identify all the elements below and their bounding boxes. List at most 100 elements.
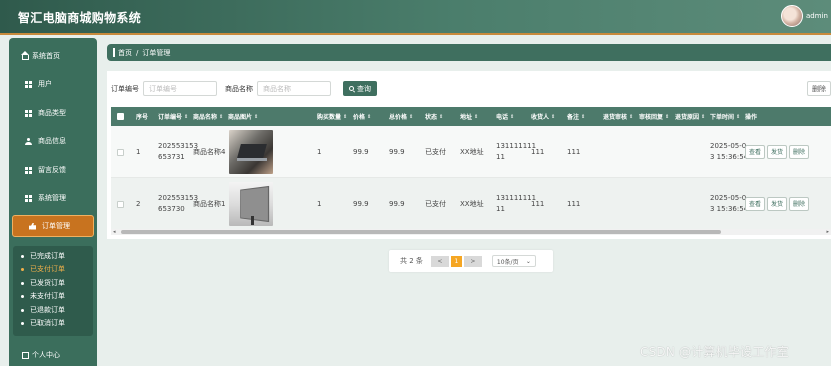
prev-page-button[interactable]: < [430, 255, 449, 267]
col-review-reply[interactable]: 审核回复 ⇕ [639, 107, 669, 126]
order-panel: 订单编号 商品名称 查询 删除 序号 订单编号⇕ 商品名称⇕ 商品图片⇕ 购买数… [107, 71, 831, 239]
sort-icon: ⇕ [254, 113, 259, 120]
product-image[interactable] [229, 182, 273, 226]
submenu-refunded[interactable]: 已退款订单 [13, 305, 93, 315]
sort-icon: ⇕ [343, 113, 348, 120]
view-button[interactable]: 查看 [745, 197, 766, 211]
submenu-label: 已完成订单 [30, 252, 65, 260]
submenu-shipped[interactable]: 已发货订单 [13, 278, 93, 288]
breadcrumb-home[interactable]: 首页 [118, 48, 132, 58]
cell-order-time: 2025-05-0 3 15:36:54 [710, 142, 749, 161]
sidebar-item-label: 订单管理 [42, 222, 70, 230]
cell-product-name: 商品名称4 [193, 147, 226, 156]
cell-address: XX地址 [460, 199, 484, 208]
col-total[interactable]: 总价格 ⇕ [389, 107, 413, 126]
sidebar-item-product-types[interactable]: 商品类型 [9, 102, 97, 124]
next-page-button[interactable]: > [463, 255, 482, 267]
col-product-image[interactable]: 商品图片 ⇕ [228, 107, 258, 126]
search-row: 订单编号 商品名称 查询 [111, 81, 377, 96]
search-button-label: 查询 [357, 85, 371, 93]
select-all-checkbox[interactable] [117, 113, 124, 120]
col-index: 序号 [136, 114, 149, 121]
scroll-right-icon[interactable]: ▸ [826, 229, 829, 235]
col-receiver[interactable]: 收货人 ⇕ [531, 107, 555, 126]
submenu-completed[interactable]: 已完成订单 [13, 251, 93, 261]
sidebar-item-label: 留言反馈 [38, 166, 66, 174]
scrollbar-thumb[interactable] [121, 230, 721, 234]
ship-button[interactable]: 发货 [767, 145, 788, 159]
sidebar-item-system[interactable]: 系统管理 [9, 187, 97, 209]
bullet-icon [21, 308, 24, 312]
delete-button[interactable]: 删除 [789, 197, 810, 211]
page-button-current[interactable]: 1 [450, 255, 462, 267]
sort-icon: ⇕ [581, 113, 586, 120]
col-actions: 操作 [745, 114, 758, 121]
grid-icon [25, 80, 32, 88]
sidebar-item-personal[interactable]: 个人中心 [9, 344, 97, 366]
cell-qty: 1 [317, 147, 322, 156]
profile-icon [22, 351, 29, 359]
scroll-left-icon[interactable]: ◂ [113, 229, 116, 235]
col-return-reason[interactable]: 退货原因 ⇕ [675, 107, 705, 126]
username[interactable]: admin [806, 12, 828, 20]
sidebar-item-label: 系统管理 [38, 194, 66, 202]
product-image[interactable] [229, 130, 273, 174]
header-accent-line [0, 33, 831, 35]
horizontal-scrollbar[interactable]: ◂ ▸ [111, 229, 831, 235]
view-button[interactable]: 查看 [745, 145, 766, 159]
person-icon [25, 137, 32, 145]
cell-remark: 111 [567, 199, 581, 208]
cell-status: 已支付 [425, 199, 446, 208]
search-icon [349, 86, 354, 91]
sidebar-item-label: 系统首页 [32, 52, 60, 60]
ship-button[interactable]: 发货 [767, 197, 788, 211]
row-checkbox[interactable] [117, 148, 124, 156]
cell-qty: 1 [317, 199, 322, 208]
delete-button[interactable]: 删除 [789, 145, 810, 159]
sort-icon: ⇕ [665, 113, 670, 120]
col-qty[interactable]: 购买数量 ⇕ [317, 107, 347, 126]
cell-product-name: 商品名称1 [193, 199, 226, 208]
submenu-paid[interactable]: 已支付订单 [13, 264, 93, 274]
home-icon [21, 50, 29, 60]
sidebar-item-feedback[interactable]: 留言反馈 [9, 159, 97, 181]
cell-index: 2 [136, 199, 141, 208]
col-phone[interactable]: 电话 ⇕ [496, 107, 514, 126]
col-price[interactable]: 价格 ⇕ [353, 107, 371, 126]
col-order-time[interactable]: 下单时间 ⇕ [710, 107, 740, 126]
cell-receiver: 111 [531, 147, 545, 156]
thumb-icon [29, 222, 36, 230]
sidebar-item-product-info[interactable]: 商品信息 [9, 130, 97, 152]
orders-submenu: 已完成订单 已支付订单 已发货订单 未支付订单 已退款订单 已取消订单 [13, 246, 93, 336]
row-checkbox[interactable] [117, 200, 124, 208]
col-order-no[interactable]: 订单编号 ⇕ [158, 107, 188, 126]
page-size-select[interactable]: 10条/页 ⌄ [491, 255, 536, 267]
grid-icon [25, 109, 32, 117]
batch-delete-button[interactable]: 删除 [807, 81, 831, 96]
bullet-icon [21, 254, 24, 258]
col-remark[interactable]: 备注 ⇕ [567, 107, 585, 126]
bullet-icon [21, 267, 24, 271]
breadcrumb-marker [113, 48, 115, 57]
col-product-name[interactable]: 商品名称 ⇕ [193, 107, 223, 126]
total-count: 共 2 条 [400, 257, 423, 265]
col-return-review[interactable]: 退货审核 ⇕ [603, 107, 633, 126]
sidebar-item-orders[interactable]: 订单管理 [12, 215, 94, 237]
search-button[interactable]: 查询 [343, 81, 377, 96]
chevron-down-icon: ⌄ [525, 257, 531, 265]
bullet-icon [21, 321, 24, 325]
cell-remark: 111 [567, 147, 581, 156]
submenu-cancelled[interactable]: 已取消订单 [13, 318, 93, 328]
sidebar-item-label: 个人中心 [32, 351, 60, 359]
product-name-input[interactable] [257, 81, 331, 96]
sidebar-item-label: 商品信息 [38, 137, 66, 145]
sidebar-item-home[interactable]: 系统首页 [9, 45, 97, 67]
bullet-icon [21, 294, 24, 298]
avatar[interactable] [781, 5, 803, 27]
submenu-unpaid[interactable]: 未支付订单 [13, 291, 93, 301]
col-address[interactable]: 地址 ⇕ [460, 107, 478, 126]
order-no-input[interactable] [143, 81, 217, 96]
col-status[interactable]: 状态 ⇕ [425, 107, 443, 126]
sort-icon: ⇕ [629, 113, 634, 120]
sidebar-item-users[interactable]: 用户 [9, 73, 97, 95]
